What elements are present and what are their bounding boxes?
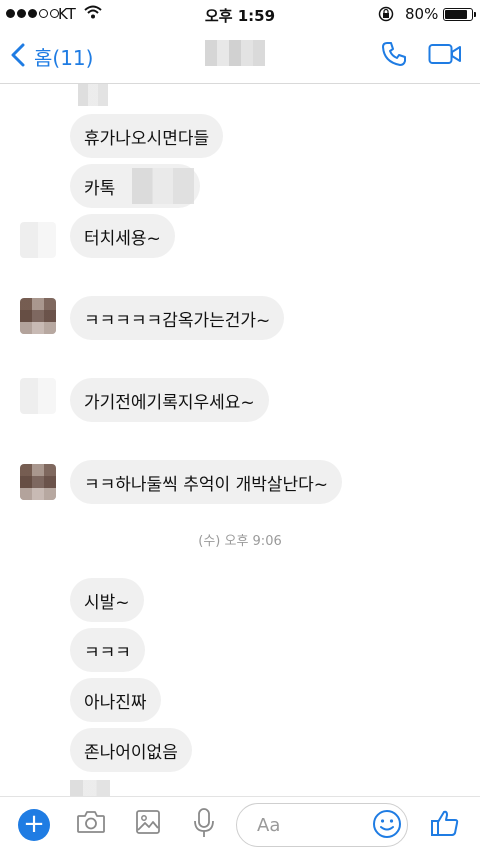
image-icon[interactable]: [135, 809, 161, 835]
censored-patch: [78, 84, 108, 106]
status-bar: KT 오후 1:59 80%: [0, 0, 480, 28]
message-timestamp: (수) 오후 9:06: [198, 534, 282, 549]
like-icon[interactable]: [430, 808, 460, 838]
message-bubble[interactable]: 시발~: [70, 578, 144, 622]
rotation-lock-icon: [378, 6, 394, 22]
message-bubble[interactable]: 휴가나오시면다들: [70, 114, 224, 158]
back-chevron-icon[interactable]: [10, 43, 26, 67]
contact-name-censored: [205, 40, 265, 66]
mic-icon[interactable]: [192, 807, 216, 839]
message-text: 카톡: [84, 178, 116, 199]
message-bubble[interactable]: ㅋㅋㅋ: [70, 628, 145, 672]
camera-icon[interactable]: [76, 809, 106, 835]
message-bubble[interactable]: 가기전에기록지우세요~: [70, 378, 269, 422]
message-bubble[interactable]: ㅋㅋ하나둘씩 추억이 개박살난다~: [70, 460, 343, 504]
avatar[interactable]: [20, 222, 56, 258]
avatar[interactable]: [20, 464, 56, 500]
message-list[interactable]: 휴가나오시면다들 카톡 터치세용~ ㅋㅋㅋㅋㅋ감옥가는건가~ 가기전에기록지우세…: [0, 84, 480, 796]
back-button[interactable]: 홈(11): [34, 42, 93, 71]
input-placeholder: Aa: [257, 815, 281, 836]
emoji-icon[interactable]: [372, 809, 402, 839]
avatar[interactable]: [20, 378, 56, 414]
battery-icon: [443, 8, 476, 21]
message-bubble[interactable]: 아나진짜: [70, 678, 161, 722]
conversation-header: 홈(11): [0, 28, 480, 84]
video-icon[interactable]: [428, 43, 462, 65]
battery-percent: 80%: [405, 5, 439, 23]
plus-button[interactable]: +: [18, 809, 50, 841]
phone-icon[interactable]: [380, 40, 408, 68]
censored-patch: [70, 780, 110, 796]
avatar[interactable]: [20, 298, 56, 334]
message-composer: + Aa: [0, 796, 480, 854]
censored-patch: [132, 168, 194, 204]
message-bubble[interactable]: 터치세용~: [70, 214, 175, 258]
message-bubble[interactable]: 존나어이없음: [70, 728, 192, 772]
message-bubble[interactable]: ㅋㅋㅋㅋㅋ감옥가는건가~: [70, 296, 285, 340]
